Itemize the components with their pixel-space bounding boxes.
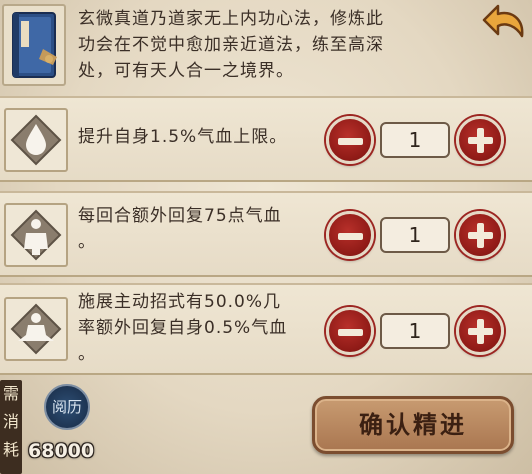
plus-icon: [459, 310, 501, 352]
skill-effect-line: 提升自身1.5%气血上限。: [78, 127, 288, 147]
minus-icon: [329, 310, 371, 352]
cost-label-char: 消: [2, 412, 19, 431]
skill-effect-line: 施展主动招式有50.0%几: [78, 292, 282, 312]
skill-effect-line: 率额外回复自身0.5%气血: [78, 318, 288, 338]
quantity-field[interactable]: 1: [380, 313, 450, 349]
cost-label-char: 需: [2, 384, 19, 403]
decrease-button[interactable]: [326, 116, 374, 164]
skill-row: 每回合额外回复75点气血 。 1: [0, 191, 532, 277]
quantity-field[interactable]: 1: [380, 217, 450, 253]
minus-icon: [329, 214, 371, 256]
description-line: 玄微真道乃道家无上内功心法，修炼此: [78, 9, 384, 29]
skill-row: 提升自身1.5%气血上限。 1: [0, 96, 532, 182]
cost-label: 需 消 耗: [0, 380, 22, 474]
skill-effect-text: 提升自身1.5%气血上限。: [78, 124, 287, 150]
plus-icon: [459, 119, 501, 161]
increase-button[interactable]: [456, 116, 504, 164]
skill-effect-text: 施展主动招式有50.0%几 率额外回复自身0.5%气血 。: [78, 289, 287, 367]
increase-button[interactable]: [456, 307, 504, 355]
experience-medal-icon: 阅历: [44, 384, 90, 430]
description-line: 处，可有天人合一之境界。: [78, 61, 294, 81]
skill-header: 玄微真道乃道家无上内功心法，修炼此 功会在不觉中愈加亲近道法，练至高深 处，可有…: [0, 0, 532, 92]
back-arrow-button[interactable]: [482, 2, 528, 44]
confirm-advance-button[interactable]: 确认精进: [312, 396, 514, 454]
decrease-button[interactable]: [326, 307, 374, 355]
description-line: 功会在不觉中愈加亲近道法，练至高深: [78, 35, 384, 55]
skill-effect-line: 。: [78, 344, 96, 364]
skill-effect-text: 每回合额外回复75点气血 。: [78, 203, 282, 255]
skill-effect-line: 每回合额外回复75点气血: [78, 206, 282, 226]
plus-icon: [459, 214, 501, 256]
skill-row: 施展主动招式有50.0%几 率额外回复自身0.5%气血 。 1: [0, 283, 532, 375]
blood-drop-icon: [4, 108, 68, 172]
skill-effect-line: 。: [78, 232, 96, 252]
minus-icon: [329, 119, 371, 161]
cost-label-char: 耗: [2, 440, 19, 459]
body-figure-icon: [4, 203, 68, 267]
decrease-button[interactable]: [326, 211, 374, 259]
increase-button[interactable]: [456, 211, 504, 259]
meditation-figure-icon: [4, 297, 68, 361]
cost-amount: 68000: [28, 440, 95, 462]
quantity-field[interactable]: 1: [380, 122, 450, 158]
skill-book-icon: [2, 4, 66, 86]
skill-description: 玄微真道乃道家无上内功心法，修炼此 功会在不觉中愈加亲近道法，练至高深 处，可有…: [78, 6, 488, 84]
